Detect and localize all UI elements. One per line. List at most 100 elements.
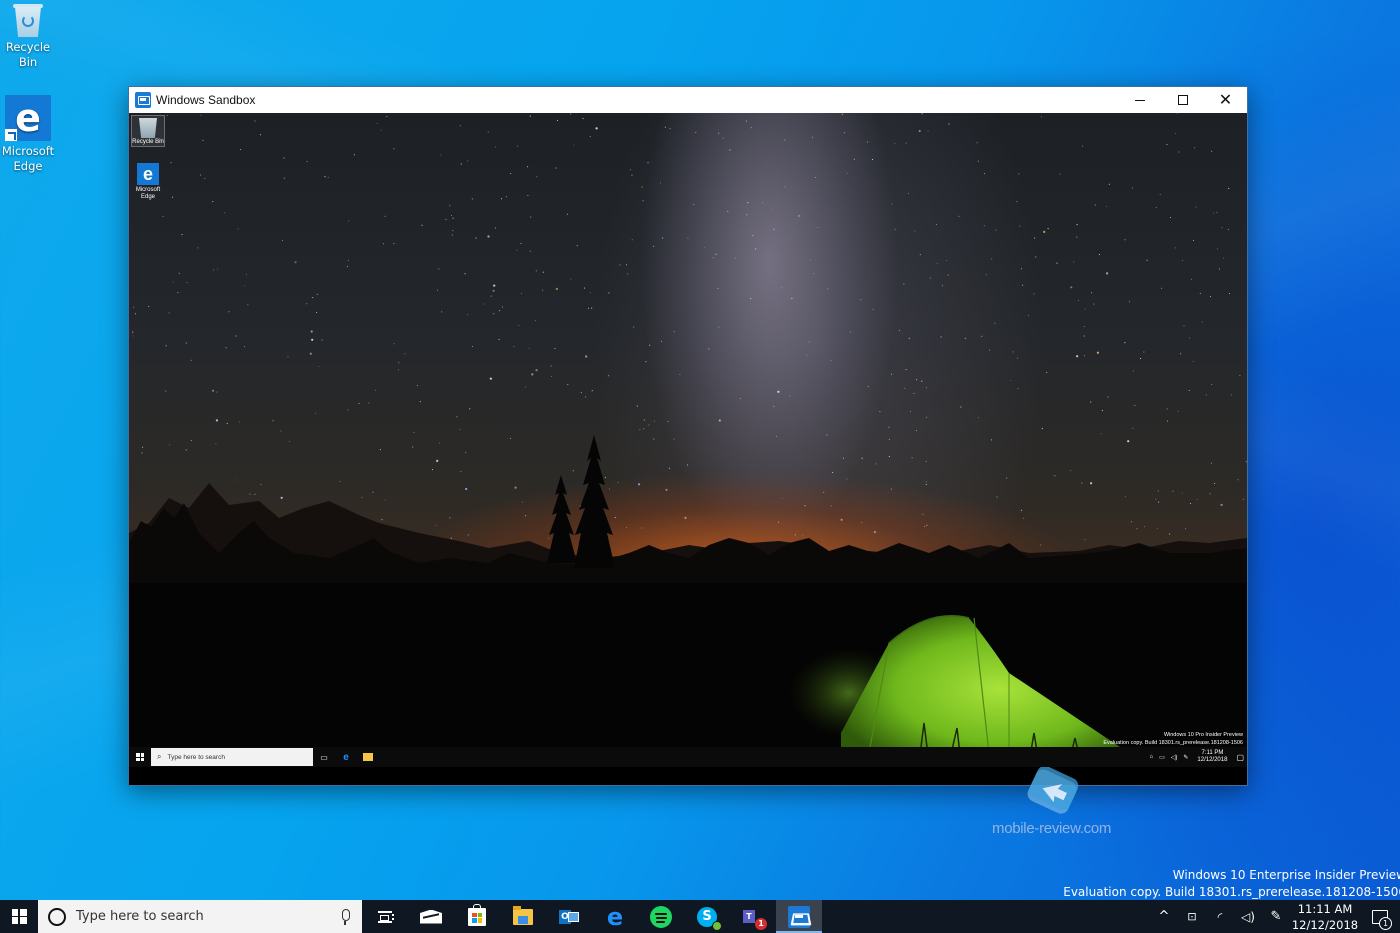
windows-logo-icon <box>11 909 27 924</box>
online-status-icon <box>712 920 722 931</box>
desktop-icon-label: Recycle Bin <box>5 40 51 69</box>
vm-desktop-icon-label: Microsoft <box>135 187 161 193</box>
action-center-icon[interactable]: ▢ <box>1236 753 1244 762</box>
site-watermark: mobile-review.com <box>992 820 1112 837</box>
landscape-silhouette <box>129 435 1247 767</box>
window-titlebar[interactable]: Windows Sandbox ✕ <box>129 87 1247 113</box>
recycle-bin-icon <box>10 2 46 38</box>
maximize-icon <box>1177 95 1188 105</box>
taskbar-search-box[interactable]: Type here to search <box>38 900 362 933</box>
mail-icon <box>420 909 442 924</box>
pen-workspace-button[interactable]: ✎ <box>1262 900 1290 933</box>
taskbar-app-mail[interactable] <box>408 900 454 933</box>
vm-task-view-button[interactable]: ▭ <box>313 747 335 767</box>
skype-icon: S <box>697 906 722 931</box>
taskbar: Type here to search O e S T 1 ^ ⊡ ◜ ◁) ✎… <box>0 900 1400 933</box>
vm-file-explorer-button[interactable] <box>357 747 379 767</box>
edge-icon: e <box>606 902 624 931</box>
vm-desktop-icon-label: Edge <box>140 194 155 200</box>
vm-search-placeholder: Type here to search <box>167 753 225 761</box>
host-watermark-line1: Windows 10 Enterprise Insider Preview <box>1172 868 1400 882</box>
start-button[interactable] <box>0 900 38 933</box>
chevron-up-icon: ^ <box>1158 909 1170 924</box>
minimize-button[interactable] <box>1118 87 1161 113</box>
folder-icon <box>363 753 373 761</box>
desktop-icon-recycle-bin[interactable]: Recycle Bin <box>0 2 60 70</box>
teams-icon: T 1 <box>743 908 767 930</box>
cortana-icon <box>48 907 66 926</box>
wifi-icon: ◜ <box>1217 909 1223 924</box>
desktop-icon-label: Microsoft <box>1 144 55 158</box>
vm-desktop-icon-label: Recycle Bin <box>132 139 164 145</box>
vm-desktop-icon-microsoft-edge[interactable]: e Microsoft Edge <box>131 163 165 201</box>
clock-date: 12/12/2018 <box>1291 917 1359 932</box>
battery-plug-icon: ⊡ <box>1187 910 1197 923</box>
clock-time: 11:11 AM <box>1297 901 1353 916</box>
edge-icon: e <box>5 95 51 141</box>
taskbar-app-teams[interactable]: T 1 <box>730 900 776 933</box>
vm-edge-button[interactable]: e <box>335 747 357 767</box>
edge-icon: e <box>137 163 159 185</box>
display-icon[interactable]: ▭ <box>1159 754 1165 761</box>
spotify-icon <box>650 905 672 928</box>
vm-watermark-line2: Evaluation copy. Build 18301.rs_prerelea… <box>1103 740 1243 746</box>
vm-system-tray: ⌂ ▭ ◁) ✎ 7:11 PM 12/12/2018 ▢ <box>1146 750 1247 764</box>
taskbar-app-outlook[interactable]: O <box>546 900 592 933</box>
vm-clock-date: 12/12/2018 <box>1197 757 1228 763</box>
host-watermark-line2: Evaluation copy. Build 18301.rs_prerelea… <box>1063 884 1400 899</box>
host-build-watermark: Windows 10 Enterprise Insider Preview Ev… <box>1063 867 1400 900</box>
mobile-review-logo-icon <box>1027 767 1079 814</box>
store-icon <box>468 903 486 926</box>
sandbox-app-icon <box>135 92 151 108</box>
taskbar-app-edge[interactable]: e <box>592 900 638 933</box>
notification-badge: 1 <box>755 917 767 930</box>
vm-clock[interactable]: 7:11 PM 12/12/2018 <box>1197 750 1227 764</box>
minimize-icon <box>1134 99 1145 101</box>
network-icon[interactable]: ⌂ <box>1149 754 1153 760</box>
notification-count: 1 <box>1379 917 1392 930</box>
vm-build-watermark: Windows 10 Pro Insider Preview Evaluatio… <box>1103 731 1243 747</box>
vm-start-button[interactable] <box>129 747 151 767</box>
sandbox-desktop[interactable]: Recycle Bin e Microsoft Edge Windows 10 … <box>129 113 1247 767</box>
vm-desktop-icon-recycle-bin[interactable]: Recycle Bin <box>131 115 165 147</box>
edge-icon: e <box>343 751 349 763</box>
show-hidden-icons-button[interactable]: ^ <box>1150 900 1178 933</box>
taskbar-app-task-view[interactable] <box>362 900 408 933</box>
task-view-icon: ▭ <box>320 752 328 762</box>
vm-watermark-line1: Windows 10 Pro Insider Preview <box>1163 732 1243 738</box>
pen-icon: ✎ <box>1270 909 1282 924</box>
pen-icon[interactable]: ✎ <box>1183 754 1188 761</box>
volume-icon[interactable]: ◁) <box>1171 754 1178 761</box>
desktop-icon-microsoft-edge[interactable]: e Microsoft Edge <box>0 95 60 174</box>
sandbox-window: Windows Sandbox ✕ Recycle Bin e Microsof… <box>128 86 1248 786</box>
taskbar-app-spotify[interactable] <box>638 900 684 933</box>
vm-search-box[interactable]: ⌕ Type here to search <box>151 748 313 766</box>
sandbox-app-icon <box>788 905 810 928</box>
vm-taskbar: ⌕ Type here to search ▭ e ⌂ ▭ ◁) ✎ 7:11 … <box>129 747 1247 767</box>
close-button[interactable]: ✕ <box>1204 87 1247 113</box>
system-tray: ^ ⊡ ◜ ◁) ✎ 11:11 AM 12/12/2018 1 <box>1150 900 1400 933</box>
task-view-icon <box>378 910 394 923</box>
close-icon: ✕ <box>1218 90 1233 109</box>
desktop-icon-label: Edge <box>13 159 43 173</box>
microphone-icon[interactable] <box>340 908 350 925</box>
taskbar-app-skype[interactable]: S <box>684 900 730 933</box>
volume-button[interactable]: ◁) <box>1234 900 1262 933</box>
windows-logo-icon <box>136 753 144 761</box>
maximize-button[interactable] <box>1161 87 1204 113</box>
taskbar-app-store[interactable] <box>454 900 500 933</box>
search-placeholder: Type here to search <box>76 909 204 924</box>
outlook-icon: O <box>559 908 579 926</box>
shortcut-arrow-icon <box>5 129 17 141</box>
action-center-button[interactable]: 1 <box>1360 900 1400 933</box>
power-button[interactable]: ⊡ <box>1178 900 1206 933</box>
taskbar-app-file-explorer[interactable] <box>500 900 546 933</box>
recycle-bin-icon <box>139 118 157 138</box>
taskbar-app-windows-sandbox[interactable] <box>776 900 822 933</box>
network-button[interactable]: ◜ <box>1206 900 1234 933</box>
file-explorer-icon <box>513 905 533 925</box>
window-title: Windows Sandbox <box>156 93 256 107</box>
taskbar-clock[interactable]: 11:11 AM 12/12/2018 <box>1290 901 1360 933</box>
volume-icon: ◁) <box>1241 909 1255 924</box>
search-icon: ⌕ <box>157 752 162 761</box>
